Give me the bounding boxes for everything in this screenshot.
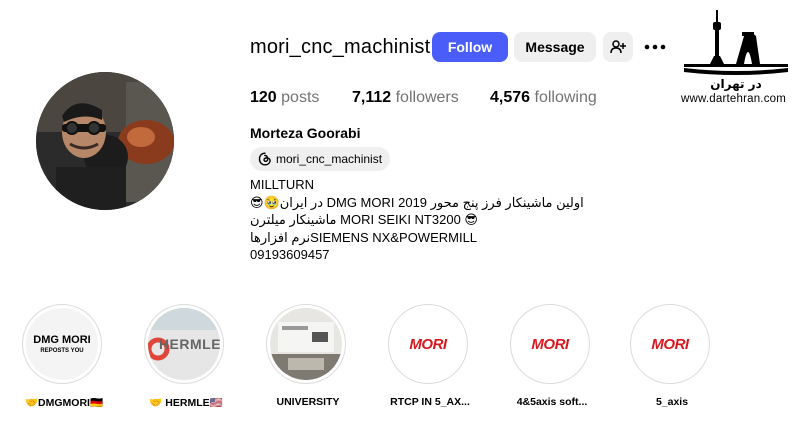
highlight-label: 🤝DMGMORI🇩🇪 [24,397,104,409]
followers-count: 7,112 [352,89,392,106]
followers-label: followers [395,89,459,106]
highlight-label: RTCP IN 5_AX... [390,396,470,408]
threads-link[interactable]: mori_cnc_machinist [250,147,391,171]
university-photo [270,308,342,380]
highlight-thumb-title: DMG MORI [33,333,91,346]
logo-text: در تهران [710,77,762,91]
more-options-button[interactable] [642,36,670,58]
suggested-accounts-button[interactable] [603,32,633,62]
highlight-ring: MORI [630,304,710,384]
watermark-url: www.dartehran.com [681,93,787,105]
threads-icon [258,152,271,166]
highlight-thumb-title: HERMLE [158,336,220,352]
highlight-thumb-sub: REPOSTS YOU [40,347,84,354]
profile-bio: MILLTURN 😎🥹در ایران DMG MORI اولین ماشین… [250,176,584,264]
followers-stat[interactable]: 7,112 followers [352,89,459,107]
bio-line: نرم افزارهاSIEMENS NX&POWERMILL [250,229,478,245]
highlight-hermle[interactable]: HERMLE 🤝 HERMLE🇺🇸 [144,304,228,409]
add-person-icon [610,40,626,54]
threads-handle: mori_cnc_machinist [276,152,383,166]
highlight-thumbnail: MORI [514,308,586,380]
highlight-ring: MORI [510,304,590,384]
highlight-5-axis[interactable]: MORI 5_axis [630,304,714,408]
highlight-ring [266,304,346,384]
posts-count: 120 [250,89,277,106]
mori-logo-icon: MORI [531,335,569,353]
profile-full-name: Morteza Goorabi [250,125,361,141]
following-count: 4,576 [490,89,531,106]
highlight-thumbnail [270,308,342,380]
highlight-ring: MORI [388,304,468,384]
message-button[interactable]: Message [514,32,596,62]
highlight-4-5-axis-software[interactable]: MORI 4&5axis soft... [510,304,594,408]
highlight-thumbnail: DMG MORI REPOSTS YOU [26,308,98,380]
profile-username: mori_cnc_machinist [250,36,431,58]
highlight-label: 4&5axis soft... [516,396,588,408]
highlight-university[interactable]: UNIVERSITY [266,304,350,408]
highlight-ring: DMG MORI REPOSTS YOU [22,304,102,384]
highlight-thumbnail: MORI [634,308,706,380]
posts-stat: 120 posts [250,89,319,107]
highlight-ring: HERMLE [144,304,224,384]
profile-avatar[interactable] [36,72,174,210]
bio-phone: 09193609457 [250,247,330,262]
mori-logo-icon: MORI [409,335,447,353]
highlight-thumbnail: MORI [392,308,464,380]
mori-logo-icon: MORI [651,335,689,353]
highlight-dmgmori[interactable]: DMG MORI REPOSTS YOU 🤝DMGMORI🇩🇪 [22,304,106,409]
bio-line: 😎🥹در ایران DMG MORI اولین ماشینکار فرز پ… [250,194,584,210]
highlight-label: UNIVERSITY [276,396,340,408]
bio-line: MILLTURN [250,177,315,192]
following-label: following [534,89,597,106]
highlight-thumbnail: HERMLE [148,308,220,380]
highlight-rtcp[interactable]: MORI RTCP IN 5_AX... [388,304,472,408]
bio-line: ماشینکار میلترن MORI SEIKI NT3200 😎 [250,212,478,227]
posts-label: posts [281,89,320,106]
follow-button[interactable]: Follow [432,32,508,62]
following-stat[interactable]: 4,576 following [490,89,597,107]
avatar-photo [36,72,174,210]
highlight-label: 5_axis [655,396,689,408]
highlight-label: 🤝 HERMLE🇺🇸 [149,397,223,409]
tehran-skyline-icon: در تهران [684,10,788,91]
more-dots-icon [644,44,666,50]
